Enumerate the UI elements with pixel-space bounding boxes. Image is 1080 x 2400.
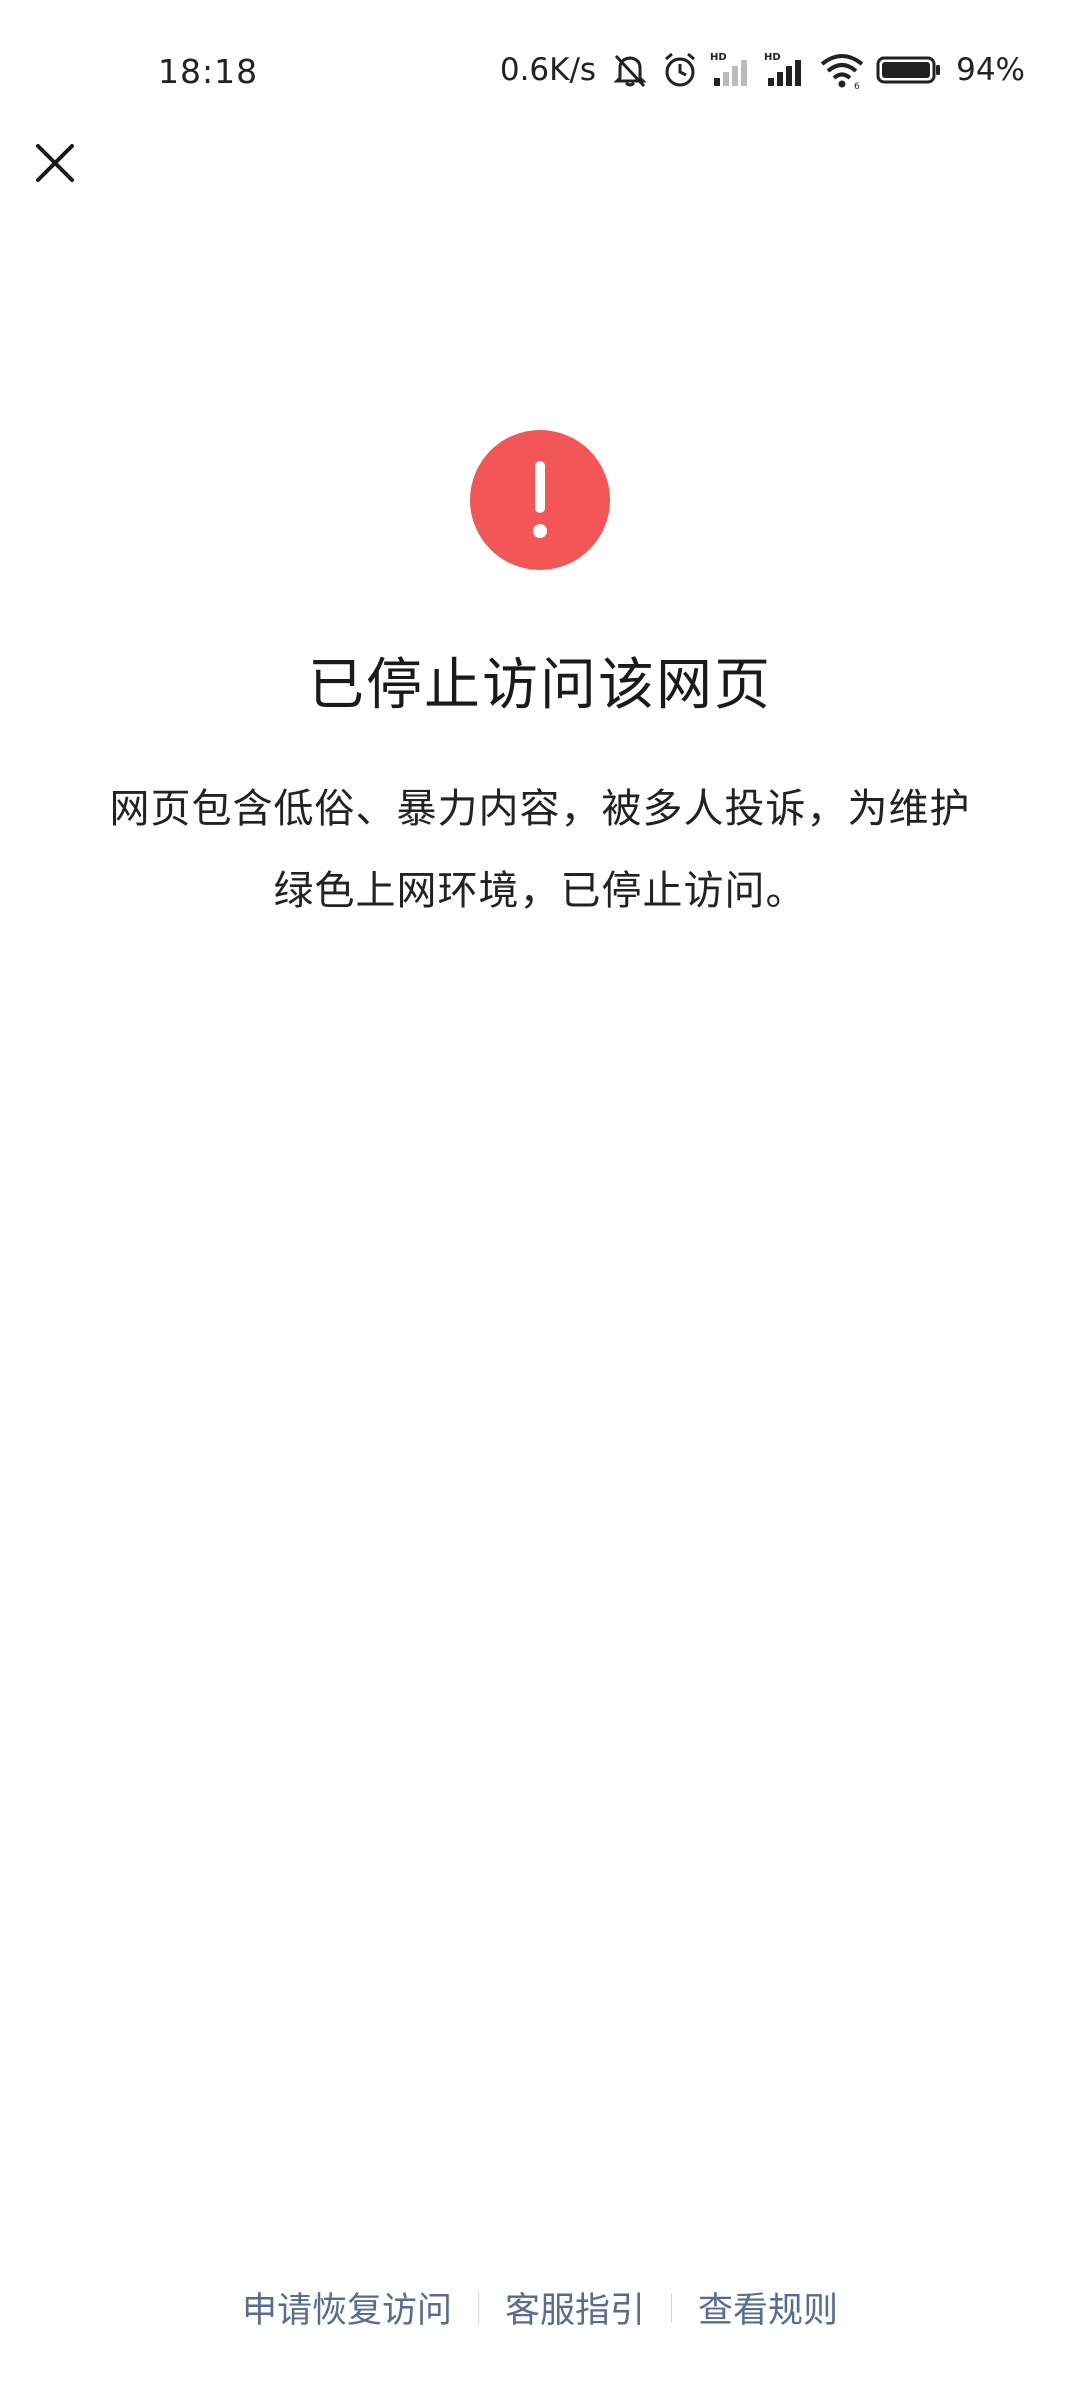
page-title: 已停止访问该网页: [308, 653, 772, 718]
wifi-icon: 6: [818, 50, 866, 90]
network-speed: 0.6K/s: [499, 52, 597, 88]
customer-service-link[interactable]: 客服指引: [499, 2282, 651, 2333]
hd-signal-icon: HD: [710, 50, 754, 90]
close-button[interactable]: [30, 140, 80, 190]
battery-icon: [876, 52, 942, 88]
svg-text:HD: HD: [710, 52, 727, 63]
view-rules-link[interactable]: 查看规则: [692, 2282, 844, 2333]
mute-icon: [610, 50, 650, 90]
status-time: 18:18: [158, 52, 259, 91]
footer-links: 申请恢复访问 客服指引 查看规则: [0, 2282, 1080, 2333]
exclamation-icon: [470, 430, 610, 570]
alarm-icon: [660, 50, 700, 90]
close-icon: [34, 142, 76, 188]
divider: [477, 2292, 479, 2323]
status-icons: 0.6K/s HD HD 6 94%: [500, 48, 1025, 92]
svg-text:HD: HD: [764, 52, 781, 63]
svg-text:6: 6: [854, 82, 860, 90]
battery-percent: 94%: [956, 52, 1025, 88]
request-restore-link[interactable]: 申请恢复访问: [236, 2282, 458, 2333]
status-bar: 18:18 0.6K/s HD HD 6 94%: [0, 0, 1080, 150]
hd-signal-icon: HD: [764, 50, 808, 90]
page-description: 网页包含低俗、暴力内容，被多人投诉，为维护绿色上网环境，已停止访问。: [109, 786, 971, 914]
divider: [671, 2292, 672, 2323]
